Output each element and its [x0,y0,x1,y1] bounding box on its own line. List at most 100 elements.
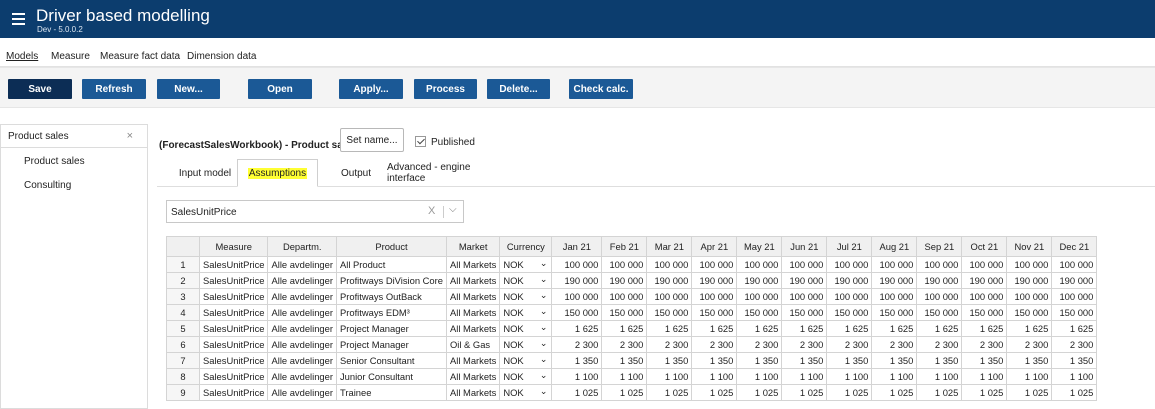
value-cell[interactable]: 100 000 [781,288,828,305]
value-cell[interactable]: 190 000 [646,272,693,289]
value-cell[interactable]: 1 025 [601,384,648,401]
column-header[interactable]: Jun 21 [781,236,828,257]
value-cell[interactable]: 100 000 [551,288,603,305]
value-cell[interactable]: 1 025 [551,384,603,401]
department-cell[interactable]: Alle avdelinger [267,272,337,289]
measure-cell[interactable]: SalesUnitPrice [198,384,269,401]
value-cell[interactable]: 2 300 [646,336,693,353]
value-cell[interactable]: 1 025 [691,384,738,401]
value-cell[interactable]: 2 300 [601,336,648,353]
value-cell[interactable]: 1 100 [551,368,603,385]
value-cell[interactable]: 190 000 [1006,272,1053,289]
value-cell[interactable]: 1 625 [551,320,603,337]
value-cell[interactable]: 100 000 [826,256,873,273]
currency-cell[interactable]: NOK ⌄ [499,384,553,401]
value-cell[interactable]: 1 100 [961,368,1008,385]
sidebar-item-consulting[interactable]: Consulting [24,180,71,191]
value-cell[interactable]: 190 000 [601,272,648,289]
value-cell[interactable]: 2 300 [691,336,738,353]
column-header[interactable]: Apr 21 [691,236,738,257]
value-cell[interactable]: 1 350 [646,352,693,369]
value-cell[interactable]: 2 300 [916,336,963,353]
tab-output[interactable]: Output [325,159,387,187]
value-cell[interactable]: 1 350 [691,352,738,369]
value-cell[interactable]: 190 000 [551,272,603,289]
check-calc-button[interactable]: Check calc. [569,79,633,99]
value-cell[interactable]: 2 300 [871,336,918,353]
currency-cell[interactable]: NOK ⌄ [499,368,553,385]
apply-button[interactable]: Apply... [339,79,403,99]
column-header[interactable]: Aug 21 [871,236,918,257]
value-cell[interactable]: 2 300 [736,336,783,353]
market-cell[interactable]: All Markets [445,288,501,305]
value-cell[interactable]: 1 625 [646,320,693,337]
column-header[interactable]: Dec 21 [1051,236,1098,257]
chevron-down-icon[interactable]: ⌄ [540,258,548,269]
column-header[interactable]: Departm. [267,236,337,257]
column-header[interactable]: Oct 21 [961,236,1008,257]
market-cell[interactable]: All Markets [445,368,501,385]
value-cell[interactable]: 1 025 [961,384,1008,401]
value-cell[interactable]: 100 000 [826,288,873,305]
value-cell[interactable]: 100 000 [601,256,648,273]
value-cell[interactable]: 150 000 [961,304,1008,321]
column-header[interactable]: Jul 21 [826,236,873,257]
column-header[interactable]: Feb 21 [601,236,648,257]
measure-cell[interactable]: SalesUnitPrice [198,352,269,369]
value-cell[interactable]: 100 000 [961,256,1008,273]
chevron-down-icon[interactable]: ⌄ [540,290,548,301]
value-cell[interactable]: 100 000 [1006,256,1053,273]
chevron-down-icon[interactable]: ⌄ [540,386,548,397]
currency-cell[interactable]: NOK ⌄ [499,304,553,321]
measure-cell[interactable]: SalesUnitPrice [198,336,269,353]
measure-cell[interactable]: SalesUnitPrice [198,288,269,305]
measure-cell[interactable]: SalesUnitPrice [198,272,269,289]
new-button[interactable]: New... [157,79,220,99]
value-cell[interactable]: 190 000 [691,272,738,289]
published-checkbox[interactable] [415,136,426,147]
value-cell[interactable]: 1 350 [916,352,963,369]
value-cell[interactable]: 100 000 [551,256,603,273]
set-name-button[interactable]: Set name... [340,128,404,152]
value-cell[interactable]: 1 350 [826,352,873,369]
value-cell[interactable]: 100 000 [646,288,693,305]
value-cell[interactable]: 1 625 [1006,320,1053,337]
department-cell[interactable]: Alle avdelinger [267,256,337,273]
value-cell[interactable]: 150 000 [601,304,648,321]
value-cell[interactable]: 2 300 [826,336,873,353]
currency-cell[interactable]: NOK ⌄ [499,352,553,369]
market-cell[interactable]: All Markets [445,272,501,289]
value-cell[interactable]: 190 000 [961,272,1008,289]
open-button[interactable]: Open [248,79,312,99]
currency-cell[interactable]: NOK ⌄ [499,288,553,305]
currency-cell[interactable]: NOK ⌄ [499,336,553,353]
value-cell[interactable]: 150 000 [916,304,963,321]
value-cell[interactable]: 1 625 [601,320,648,337]
value-cell[interactable]: 1 100 [646,368,693,385]
value-cell[interactable]: 1 100 [736,368,783,385]
chevron-down-icon[interactable]: ⌄ [540,338,548,349]
menu-measure-fact-data[interactable]: Measure fact data [100,51,180,62]
column-header[interactable]: Measure [198,236,269,257]
save-button[interactable]: Save [8,79,72,99]
value-cell[interactable]: 1 100 [601,368,648,385]
value-cell[interactable]: 100 000 [916,256,963,273]
value-cell[interactable]: 190 000 [871,272,918,289]
value-cell[interactable]: 1 025 [781,384,828,401]
value-cell[interactable]: 1 350 [601,352,648,369]
product-cell[interactable]: Trainee [335,384,447,401]
chevron-down-icon[interactable]: ⌄ [540,306,548,317]
department-cell[interactable]: Alle avdelinger [267,336,337,353]
value-cell[interactable]: 1 025 [871,384,918,401]
value-cell[interactable]: 1 625 [916,320,963,337]
value-cell[interactable]: 150 000 [781,304,828,321]
value-cell[interactable]: 1 100 [1006,368,1053,385]
column-header[interactable] [166,236,200,257]
product-cell[interactable]: Junior Consultant [335,368,447,385]
value-cell[interactable]: 2 300 [961,336,1008,353]
value-cell[interactable]: 190 000 [916,272,963,289]
value-cell[interactable]: 2 300 [551,336,603,353]
tab-advanced-engine-interface[interactable]: Advanced - engine interface [387,159,507,187]
value-cell[interactable]: 1 100 [781,368,828,385]
value-cell[interactable]: 100 000 [646,256,693,273]
